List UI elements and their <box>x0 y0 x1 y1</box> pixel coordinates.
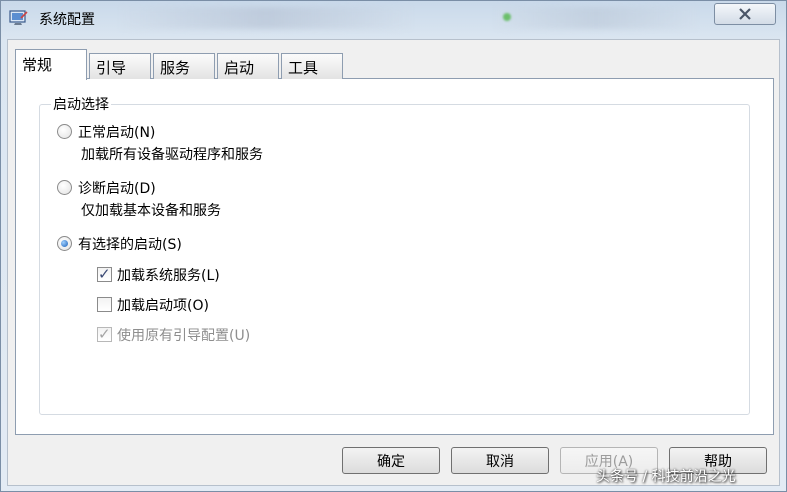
radio-normal-desc: 加载所有设备驱动程序和服务 <box>81 147 263 163</box>
watermark: 头条号 / 科技前沿之光 <box>596 469 736 485</box>
tab-general[interactable]: 常规 <box>15 49 87 80</box>
title-bar[interactable]: 系统配置 <box>1 1 786 37</box>
close-button[interactable] <box>714 3 776 25</box>
group-title: 启动选择 <box>51 94 111 114</box>
radio-normal-startup[interactable] <box>57 124 72 139</box>
tab-services[interactable]: 服务 <box>153 53 215 79</box>
radio-selective-label[interactable]: 有选择的启动(S) <box>78 234 182 254</box>
tab-boot[interactable]: 引导 <box>89 53 151 79</box>
radio-diagnostic-startup[interactable] <box>57 180 72 195</box>
checkbox-load-system-services-label[interactable]: 加载系统服务(L) <box>117 265 220 285</box>
cancel-button[interactable]: 取消 <box>451 447 549 474</box>
checkbox-load-startup-items[interactable] <box>97 297 112 312</box>
radio-selective-startup[interactable] <box>57 236 72 251</box>
checkbox-use-original-boot-config[interactable]: ✓ <box>97 325 112 343</box>
radio-diagnostic-desc: 仅加载基本设备和服务 <box>81 203 221 219</box>
close-icon <box>739 8 751 20</box>
window-title: 系统配置 <box>39 12 95 28</box>
app-icon <box>9 10 28 25</box>
check-icon: ✓ <box>98 325 111 343</box>
radio-normal-label[interactable]: 正常启动(N) <box>78 122 155 142</box>
system-config-window: 系统配置 常规 引导 服务 启动 工具 启动选择 正常启动(N) 加载所有设备驱… <box>0 0 787 492</box>
checkbox-load-startup-items-label[interactable]: 加载启动项(O) <box>117 295 209 315</box>
radio-diagnostic-label[interactable]: 诊断启动(D) <box>78 178 156 198</box>
blurred-region <box>121 7 411 29</box>
checkbox-use-original-boot-config-label[interactable]: 使用原有引导配置(U) <box>117 325 250 345</box>
checkbox-load-system-services[interactable]: ✓ <box>97 265 112 283</box>
blurred-status-dot <box>503 13 511 21</box>
check-icon: ✓ <box>98 265 111 283</box>
blurred-region <box>496 7 696 29</box>
ok-button[interactable]: 确定 <box>342 447 440 474</box>
tab-tools[interactable]: 工具 <box>281 53 343 79</box>
tab-startup[interactable]: 启动 <box>217 53 279 79</box>
